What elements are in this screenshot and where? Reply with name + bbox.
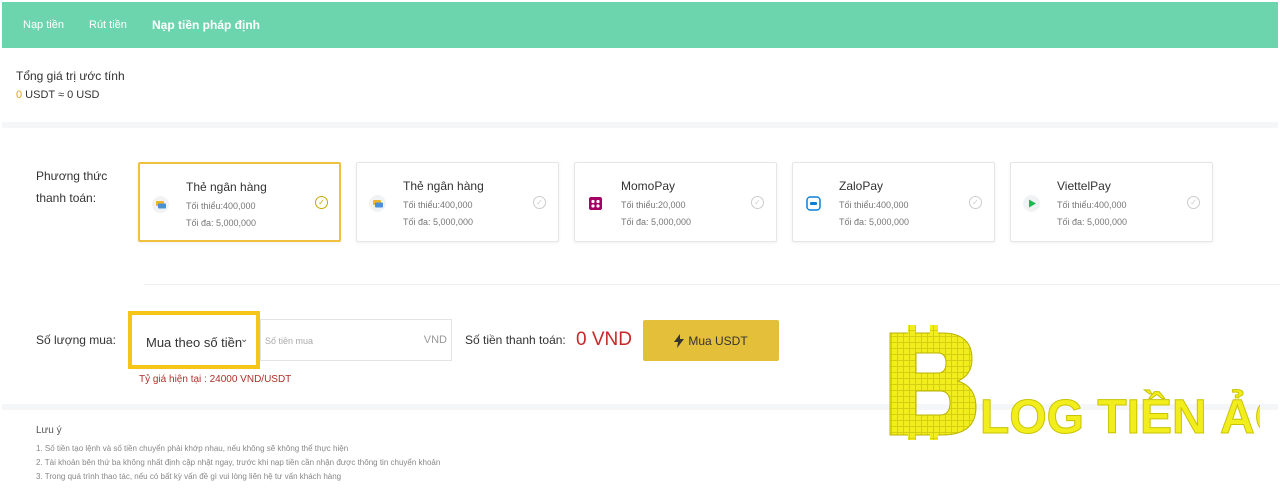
buy-mode-selected: Mua theo số tiền <box>146 335 243 350</box>
section-divider <box>2 122 1278 128</box>
method-min: Tối thiểu:20,000 <box>621 200 686 210</box>
method-max: Tối đa: 5,000,000 <box>621 217 692 227</box>
note-item: 3. Trong quá trình thao tác, nếu có bất … <box>36 472 342 481</box>
exchange-rate: Tỷ giá hiện tại : 24000 VND/USDT <box>139 374 292 385</box>
momo-icon <box>589 197 602 210</box>
method-name: Thẻ ngân hàng <box>403 179 484 193</box>
payment-card-bank-2[interactable]: Thẻ ngân hàng Tối thiểu:400,000 Tối đa: … <box>356 162 559 242</box>
method-min: Tối thiểu:400,000 <box>839 200 909 210</box>
method-name: ViettelPay <box>1057 179 1111 193</box>
viettelpay-icon <box>1023 195 1040 212</box>
section-divider <box>144 284 1280 285</box>
payment-amount-value: 0 VND <box>576 329 632 350</box>
amount-field[interactable]: VND <box>260 319 452 361</box>
method-max: Tối đa: 5,000,000 <box>1057 217 1128 227</box>
watermark-text: LOG TIỀN ẢO <box>980 389 1260 440</box>
notes-title: Lưu ý <box>36 425 62 436</box>
payment-card-momopay[interactable]: MomoPay Tối thiểu:20,000 Tối đa: 5,000,0… <box>574 162 777 242</box>
check-circle-icon: ✓ <box>533 196 546 209</box>
method-name: MomoPay <box>621 179 676 193</box>
payment-amount-label: Số tiền thanh toán: <box>465 333 566 347</box>
estimated-value: 0 USDT ≈ 0 USD <box>16 89 99 101</box>
notes-list: 1. Số tiền tạo lệnh và số tiền chuyển ph… <box>36 442 440 484</box>
amount-unit: VND <box>423 334 447 346</box>
zalopay-icon <box>806 196 821 211</box>
estimated-value-title: Tổng giá trị ước tính <box>16 69 125 83</box>
buy-usdt-button-label: Mua USDT <box>688 333 748 348</box>
note-item: 2. Tài khoản bên thứ ba không nhất định … <box>36 458 441 467</box>
buy-mode-select[interactable]: Mua theo số tiền ⌄ <box>128 311 260 369</box>
check-circle-icon: ✓ <box>969 196 982 209</box>
tab-deposit[interactable]: Nạp tiền <box>23 19 64 31</box>
payment-card-zalopay[interactable]: ZaloPay Tối thiểu:400,000 Tối đa: 5,000,… <box>792 162 995 242</box>
blog-tien-ao-watermark: LOG TIỀN ẢO <box>889 325 1260 440</box>
check-circle-icon: ✓ <box>751 196 764 209</box>
check-circle-icon: ✓ <box>315 196 328 209</box>
payment-method-label-line2: thanh toán: <box>36 191 97 205</box>
bank-card-icon <box>369 195 386 212</box>
payment-card-viettelpay[interactable]: ViettelPay Tối thiểu:400,000 Tối đa: 5,0… <box>1010 162 1213 242</box>
buy-usdt-button[interactable]: Mua USDT <box>643 320 779 361</box>
amount-input[interactable] <box>263 330 417 352</box>
method-max: Tối đa: 5,000,000 <box>839 217 910 227</box>
method-max: Tối đa: 5,000,000 <box>186 218 257 228</box>
check-circle-icon: ✓ <box>1187 196 1200 209</box>
method-name: Thẻ ngân hàng <box>186 180 267 194</box>
tab-fiat-deposit[interactable]: Nạp tiền pháp định <box>152 18 260 32</box>
note-item: 1. Số tiền tạo lệnh và số tiền chuyển ph… <box>36 444 349 453</box>
payment-method-label-line1: Phương thức <box>36 169 108 183</box>
quantity-label: Số lượng mua: <box>36 333 116 347</box>
bank-card-icon <box>152 196 169 213</box>
method-min: Tối thiểu:400,000 <box>186 201 256 211</box>
usd-equivalent: USDT ≈ 0 USD <box>22 89 100 101</box>
chevron-down-icon: ⌄ <box>240 334 249 345</box>
payment-method-label: Phương thức thanh toán: <box>36 165 116 209</box>
method-min: Tối thiểu:400,000 <box>1057 200 1127 210</box>
top-nav-bar: Nạp tiền Rút tiền Nạp tiền pháp định <box>2 2 1278 48</box>
method-max: Tối đa: 5,000,000 <box>403 217 474 227</box>
payment-card-bank-1[interactable]: Thẻ ngân hàng Tối thiểu:400,000 Tối đa: … <box>138 162 341 242</box>
lightning-icon <box>674 333 685 348</box>
method-name: ZaloPay <box>839 179 884 193</box>
method-min: Tối thiểu:400,000 <box>403 200 473 210</box>
tab-withdraw[interactable]: Rút tiền <box>89 19 127 31</box>
